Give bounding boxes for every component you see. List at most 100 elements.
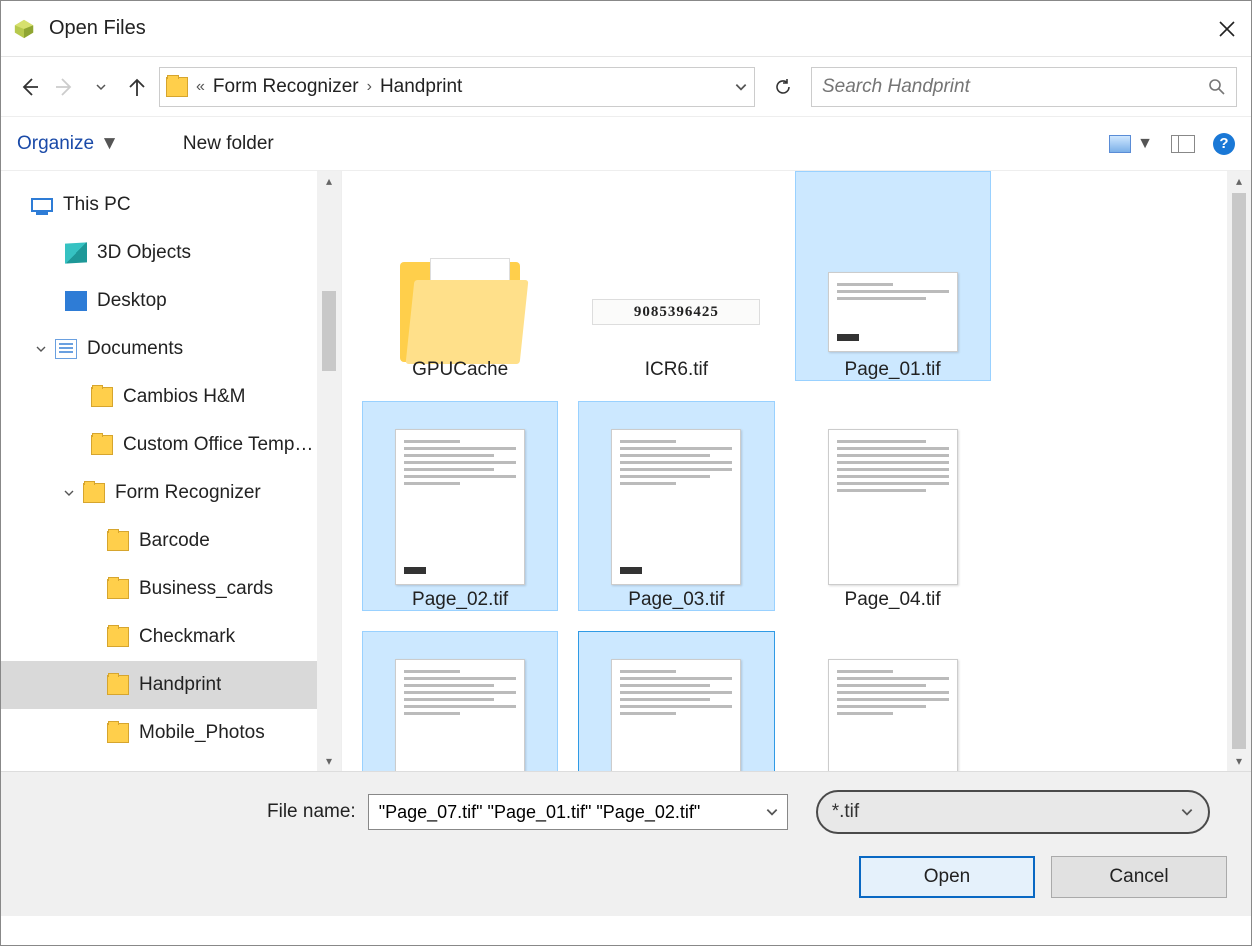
tree-documents[interactable]: Documents <box>1 325 341 373</box>
folder-icon <box>166 77 188 97</box>
window-title: Open Files <box>49 17 146 40</box>
file-label: Page_04.tif <box>845 589 941 611</box>
filetype-select[interactable]: *.tif <box>816 790 1210 834</box>
tree-label: Documents <box>87 338 183 360</box>
tree-label: Mobile_Photos <box>139 722 265 744</box>
view-icon <box>1109 135 1131 153</box>
folder-icon <box>83 483 105 503</box>
scroll-down-icon: ▾ <box>326 751 332 771</box>
search-input[interactable] <box>822 76 1208 98</box>
file-page-06[interactable]: Page_06.tif <box>362 631 558 771</box>
folder-icon <box>107 627 129 647</box>
address-bar[interactable]: « Form Recognizer › Handprint <box>159 67 755 107</box>
tree-3d-objects[interactable]: 3D Objects <box>1 229 341 277</box>
file-pane: GPUCache 9085396425 ICR6.tif Page_01.tif… <box>341 171 1251 771</box>
tree-mobile-photos[interactable]: Mobile_Photos <box>1 709 341 757</box>
file-page-01[interactable]: Page_01.tif <box>795 171 991 381</box>
refresh-icon <box>773 77 793 97</box>
up-button[interactable] <box>123 73 151 101</box>
nav-row: « Form Recognizer › Handprint <box>1 57 1251 117</box>
filetype-value: *.tif <box>832 801 1180 823</box>
thumbnail <box>828 272 958 352</box>
refresh-button[interactable] <box>763 67 803 107</box>
tree-label: Cambios H&M <box>123 386 245 408</box>
open-button[interactable]: Open <box>859 856 1035 898</box>
thumbnail <box>395 659 525 771</box>
arrow-right-icon <box>54 76 76 98</box>
file-page-03[interactable]: Page_03.tif <box>578 401 774 611</box>
tree-label: Barcode <box>139 530 210 552</box>
caret-down-icon: ▼ <box>1137 135 1153 153</box>
chevron-down-icon[interactable] <box>734 80 748 94</box>
thumbnail <box>395 429 525 585</box>
scroll-down-icon: ▾ <box>1236 751 1242 771</box>
file-gpucache[interactable]: GPUCache <box>362 171 558 381</box>
footer: File name: "Page_07.tif" "Page_01.tif" "… <box>1 771 1251 916</box>
tree-cambios[interactable]: Cambios H&M <box>1 373 341 421</box>
toolbar: Organize ▼ New folder ▼ ? <box>1 117 1251 171</box>
tree-business-cards[interactable]: Business_cards <box>1 565 341 613</box>
forward-button[interactable] <box>51 73 79 101</box>
file-page-04[interactable]: Page_04.tif <box>795 401 991 611</box>
scrollbar-thumb[interactable] <box>322 291 336 371</box>
filename-label: File name: <box>267 801 356 823</box>
tree-desktop[interactable]: Desktop <box>1 277 341 325</box>
arrow-left-icon <box>18 76 40 98</box>
tree-scrollbar[interactable]: ▴▾ <box>317 171 341 771</box>
close-button[interactable] <box>1215 17 1239 41</box>
tree-custom-office[interactable]: Custom Office Templates <box>1 421 341 469</box>
tree-form-recognizer[interactable]: Form Recognizer <box>1 469 341 517</box>
view-menu[interactable]: ▼ <box>1109 135 1153 153</box>
cancel-button[interactable]: Cancel <box>1051 856 1227 898</box>
tree-pane: This PC 3D Objects Desktop Documents Cam… <box>1 171 341 771</box>
back-button[interactable] <box>15 73 43 101</box>
tree-label: Checkmark <box>139 626 235 648</box>
scroll-up-icon: ▴ <box>1236 171 1242 191</box>
tree-label: Handprint <box>139 674 221 696</box>
tree-label: Business_cards <box>139 578 273 600</box>
folder-icon <box>91 435 113 455</box>
file-icr6[interactable]: 9085396425 ICR6.tif <box>578 171 774 381</box>
breadcrumb-parent[interactable]: Form Recognizer <box>213 76 359 98</box>
breadcrumb-current[interactable]: Handprint <box>380 76 462 98</box>
chevron-down-icon <box>95 81 107 93</box>
help-button[interactable]: ? <box>1213 133 1235 155</box>
file-label: Page_03.tif <box>628 589 724 611</box>
organize-label: Organize <box>17 133 94 155</box>
thumbnail: 9085396425 <box>592 299 760 325</box>
file-page-08[interactable]: Page_08.tif <box>795 631 991 771</box>
recent-dropdown[interactable] <box>87 73 115 101</box>
thumbnail <box>828 429 958 585</box>
file-page-02[interactable]: Page_02.tif <box>362 401 558 611</box>
file-label: ICR6.tif <box>645 359 708 381</box>
chevron-down-icon[interactable] <box>765 805 779 819</box>
tree-label: Custom Office Templates <box>123 434 315 456</box>
tree-handprint[interactable]: Handprint <box>1 661 341 709</box>
tree-checkmark[interactable]: Checkmark <box>1 613 341 661</box>
filename-value: "Page_07.tif" "Page_01.tif" "Page_02.tif… <box>379 802 765 823</box>
folder-icon <box>107 723 129 743</box>
filename-input[interactable]: "Page_07.tif" "Page_01.tif" "Page_02.tif… <box>368 794 788 830</box>
preview-pane-button[interactable] <box>1171 135 1195 153</box>
chevron-down-icon <box>63 487 75 499</box>
file-label: GPUCache <box>412 359 508 381</box>
search-icon <box>1208 78 1226 96</box>
folder-icon <box>107 531 129 551</box>
new-folder-button[interactable]: New folder <box>183 133 274 155</box>
tree-label: Form Recognizer <box>115 482 261 504</box>
search-box[interactable] <box>811 67 1237 107</box>
main-area: This PC 3D Objects Desktop Documents Cam… <box>1 171 1251 771</box>
breadcrumb-sep: › <box>367 78 372 96</box>
scrollbar-thumb[interactable] <box>1232 193 1246 749</box>
file-page-07[interactable]: Page_07.tif <box>578 631 774 771</box>
tree-label: This PC <box>63 194 131 216</box>
tree-label: 3D Objects <box>97 242 191 264</box>
tree-this-pc[interactable]: This PC <box>1 181 341 229</box>
tree-barcode[interactable]: Barcode <box>1 517 341 565</box>
cube-icon <box>65 242 87 263</box>
scroll-up-icon: ▴ <box>326 171 332 191</box>
content-scrollbar[interactable]: ▴▾ <box>1227 171 1251 771</box>
chevron-down-icon <box>1180 805 1194 819</box>
caret-down-icon: ▼ <box>100 133 119 155</box>
organize-menu[interactable]: Organize ▼ <box>17 133 119 155</box>
